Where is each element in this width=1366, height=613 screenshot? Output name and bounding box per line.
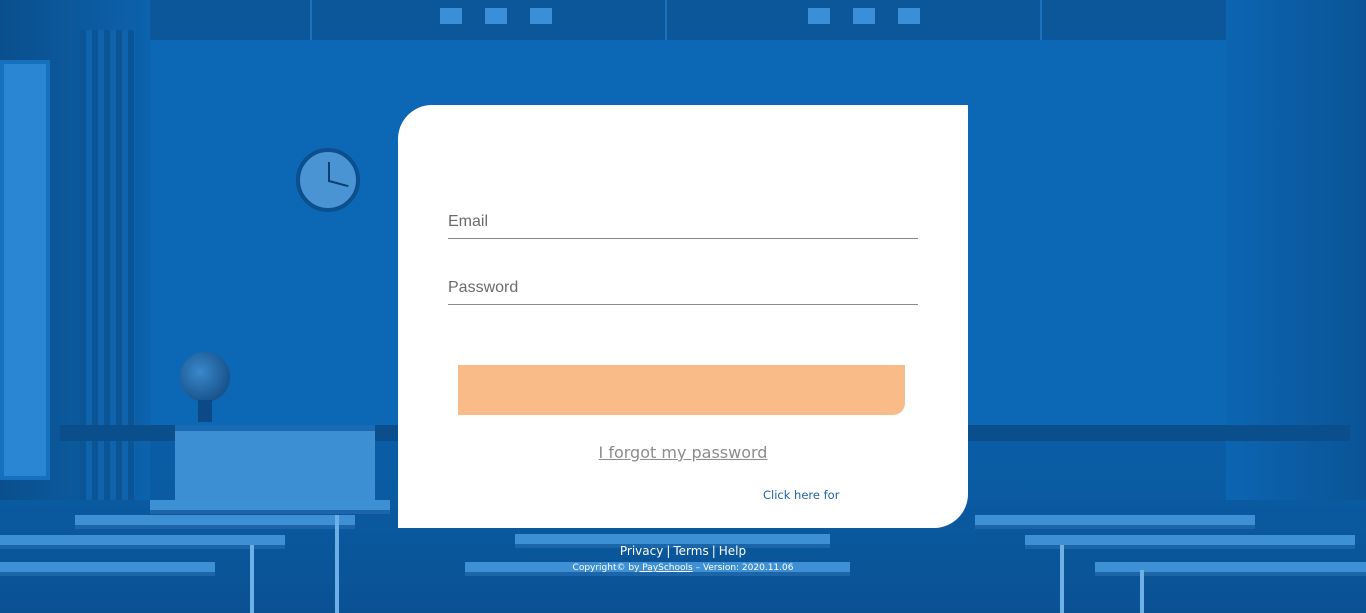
login-card: I forgot my password Click here for <box>398 105 968 528</box>
privacy-link[interactable]: Privacy <box>620 544 663 558</box>
ceiling <box>0 0 1366 40</box>
ceiling-light <box>485 8 507 24</box>
footer-separator: | <box>711 544 716 558</box>
footer-separator: | <box>666 544 671 558</box>
password-field-wrapper <box>448 271 918 305</box>
payschools-link[interactable]: PaySchools <box>639 563 692 573</box>
version-text: – Version: 2020.11.06 <box>692 563 794 573</box>
window <box>0 60 50 480</box>
ceiling-beam <box>1040 0 1042 40</box>
desk-leg <box>1140 570 1144 613</box>
copyright: Copyright© by PaySchools – Version: 2020… <box>0 563 1366 573</box>
clock-icon <box>296 148 360 212</box>
password-field[interactable] <box>448 271 918 304</box>
globe-stand <box>198 400 212 422</box>
ceiling-light <box>530 8 552 24</box>
desk <box>150 500 390 514</box>
desk <box>975 515 1255 529</box>
terms-link[interactable]: Terms <box>673 544 708 558</box>
email-field[interactable] <box>448 205 918 238</box>
ceiling-light <box>440 8 462 24</box>
ceiling-light <box>898 8 920 24</box>
cabinet <box>175 425 375 505</box>
footer-links: Privacy | Terms | Help <box>0 544 1366 558</box>
ceiling-beam <box>665 0 667 40</box>
email-field-wrapper <box>448 205 918 239</box>
globe-icon <box>180 352 230 402</box>
copyright-prefix: Copyright© by <box>572 563 640 573</box>
click-here-link[interactable]: Click here for <box>763 488 839 502</box>
ceiling-beam <box>310 0 312 40</box>
ceiling-light <box>808 8 830 24</box>
ceiling-light <box>853 8 875 24</box>
desk <box>75 515 355 529</box>
login-button[interactable] <box>458 365 905 415</box>
forgot-password-link[interactable]: I forgot my password <box>398 443 968 462</box>
help-link[interactable]: Help <box>719 544 746 558</box>
